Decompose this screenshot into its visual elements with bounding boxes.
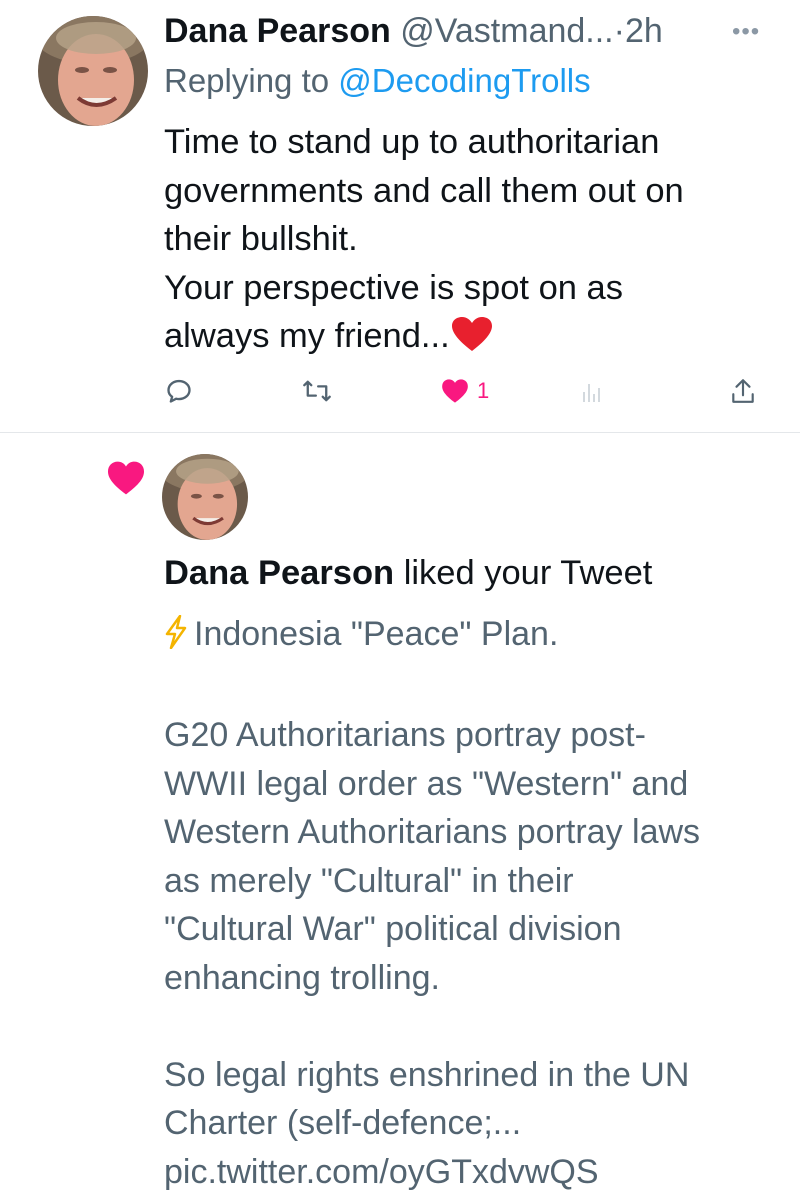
notification-action: liked your Tweet xyxy=(394,554,652,592)
quoted-text-line: G20 Authoritarians portray post- xyxy=(164,711,784,760)
liker-name: Dana Pearson xyxy=(164,554,394,592)
quoted-text-line: WWII legal order as "Western" and xyxy=(164,760,784,809)
heart-emoji xyxy=(452,317,492,367)
separator-dot: · xyxy=(614,12,625,50)
tweet-time[interactable]: 2h xyxy=(625,12,663,50)
blank-line xyxy=(164,663,784,712)
tweet-text: Time to stand up to authoritarian govern… xyxy=(164,118,764,367)
lightning-emoji xyxy=(164,614,188,663)
quoted-text-line: as merely "Cultural" in their xyxy=(164,857,784,906)
analytics-icon xyxy=(580,378,604,404)
reply-icon xyxy=(165,377,193,405)
share-icon xyxy=(730,377,756,405)
tweet-header: Dana Pearson @Vastmand...·2h xyxy=(164,12,663,51)
quoted-text-line: enhancing trolling. xyxy=(164,954,784,1003)
more-horizontal-icon[interactable]: ••• xyxy=(732,18,760,46)
divider xyxy=(0,432,800,433)
quoted-text-line: So legal rights enshrined in the UN xyxy=(164,1051,784,1100)
quoted-text-line: Western Authoritarians portray laws xyxy=(164,808,784,857)
author-handle[interactable]: @Vastmand... xyxy=(400,12,613,50)
reply-button[interactable] xyxy=(165,376,193,406)
share-button[interactable] xyxy=(730,376,756,406)
quoted-text-line: Charter (self-defence;... xyxy=(164,1099,784,1148)
views-button[interactable] xyxy=(580,376,604,406)
quoted-text-line: "Cultural War" political division xyxy=(164,905,784,954)
replying-to-handle[interactable]: @DecodingTrolls xyxy=(338,62,590,99)
heart-filled-icon xyxy=(106,460,146,501)
retweet-button[interactable] xyxy=(302,376,332,406)
replying-to-line: Replying to @DecodingTrolls xyxy=(164,62,591,100)
like-count: 1 xyxy=(477,378,489,404)
tweet-text-line: their bullshit. xyxy=(164,215,764,264)
notification-text[interactable]: Dana Pearson liked your Tweet xyxy=(164,554,652,593)
quoted-tweet-text[interactable]: Indonesia "Peace" Plan. G20 Authoritaria… xyxy=(164,610,784,1196)
tweet-text-line: Your perspective is spot on as xyxy=(164,264,764,313)
quoted-link[interactable]: pic.twitter.com/oyGTxdvwQS xyxy=(164,1148,784,1196)
tweet-text-line: governments and call them out on xyxy=(164,167,764,216)
tweet-text-line: always my friend... xyxy=(164,312,764,367)
like-button[interactable]: 1 xyxy=(441,376,489,406)
avatar[interactable] xyxy=(38,16,148,126)
replying-prefix: Replying to xyxy=(164,62,338,99)
blank-line xyxy=(164,1002,784,1051)
author-name[interactable]: Dana Pearson xyxy=(164,12,391,50)
tweet-text-line: Time to stand up to authoritarian xyxy=(164,118,764,167)
retweet-icon xyxy=(302,377,332,405)
heart-filled-icon xyxy=(441,378,469,404)
quoted-text-line: Indonesia "Peace" Plan. xyxy=(164,610,784,663)
avatar[interactable] xyxy=(162,454,248,540)
